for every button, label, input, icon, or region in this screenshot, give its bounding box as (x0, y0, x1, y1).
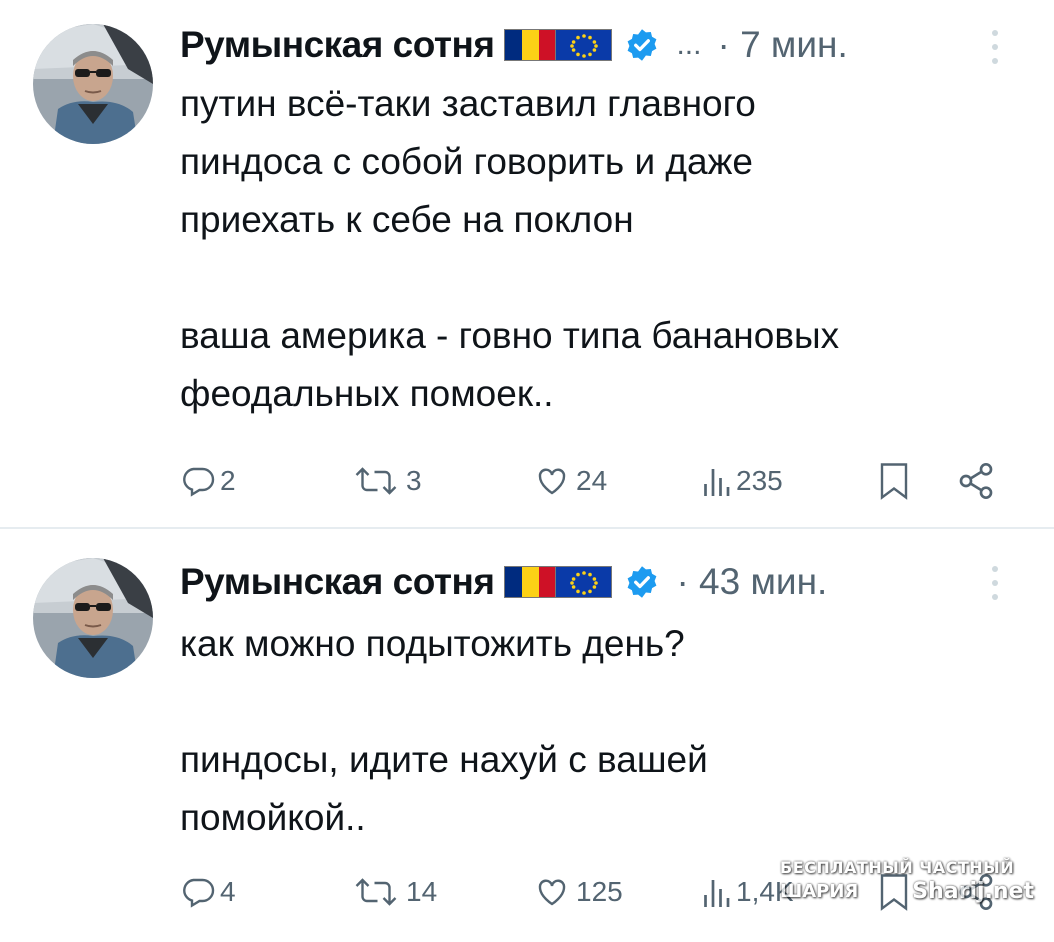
watermark: БЕСПЛАТНЫЙ ЧАСТНЫЙ ШАРИЯ Sharij.net (780, 858, 1034, 918)
tweet-text: как можно подытожить день? пиндосы, идит… (180, 615, 708, 847)
tweet-line-blank (180, 249, 839, 307)
avatar-image (33, 558, 153, 678)
tweet-divider (0, 527, 1054, 529)
tweet-line: приехать к себе на поклон (180, 199, 634, 240)
watermark-line1: БЕСПЛАТНЫЙ ЧАСТНЫЙ (780, 858, 1015, 877)
tweet-header: Румынская сотня · 43 мин. (180, 557, 827, 607)
romania-flag-icon (504, 29, 557, 61)
reply-button[interactable]: 2 (180, 461, 236, 501)
like-button[interactable]: 125 (532, 872, 623, 912)
heart-icon (538, 468, 566, 495)
retweet-button[interactable]: 3 (350, 461, 422, 501)
tweet-1[interactable]: Румынская сотня ... · 7 мин. путин всё-т… (0, 0, 1054, 527)
verified-badge-icon (628, 566, 657, 598)
tweet-line: помойкой.. (180, 797, 366, 838)
avatar[interactable] (33, 558, 153, 678)
eu-flag-icon (556, 29, 613, 61)
action-bar: 2 3 24 235 (180, 461, 1020, 501)
more-options-icon[interactable] (985, 563, 1005, 603)
like-count: 125 (576, 876, 623, 907)
avatar-image (33, 24, 153, 144)
tweet-line: ваша америка - говно типа банановых (180, 315, 840, 356)
romania-flag-icon (504, 566, 557, 598)
tweet-header: Румынская сотня ... · 7 мин. (180, 20, 848, 70)
retweet-count: 3 (406, 465, 422, 496)
timestamp[interactable]: · 43 мин. (676, 561, 827, 603)
retweet-count: 14 (406, 876, 438, 907)
tweet-line: путин всё-таки заставил главного (180, 83, 756, 124)
like-count: 24 (576, 465, 608, 496)
eu-flag-icon (556, 566, 613, 598)
verified-badge-icon (628, 29, 657, 61)
tweet-line: пиндоса с собой говорить и даже (180, 141, 753, 182)
reply-count: 2 (220, 465, 236, 496)
share-button[interactable] (956, 461, 1000, 501)
views-chart-icon (704, 469, 730, 496)
watermark-line2: ШАРИЯ (780, 881, 859, 902)
watermark-line3: Sharij.net (912, 879, 1034, 904)
views-count: 235 (736, 465, 783, 496)
tweet-line-blank (180, 673, 708, 731)
tweet-line: феодальных помоек.. (180, 373, 554, 414)
bookmark-button[interactable] (876, 461, 916, 501)
tweet-line: как можно подытожить день? (180, 623, 685, 664)
reply-icon (183, 467, 215, 497)
like-button[interactable]: 24 (532, 461, 607, 501)
retweet-icon (355, 467, 397, 495)
reply-icon (183, 878, 215, 908)
heart-icon (538, 879, 566, 906)
avatar[interactable] (33, 24, 153, 144)
author-name[interactable]: Румынская сотня (180, 24, 495, 66)
views-button[interactable]: 235 (700, 461, 783, 501)
more-options-icon[interactable] (985, 27, 1005, 67)
views-chart-icon (704, 880, 730, 907)
retweet-button[interactable]: 14 (350, 872, 437, 912)
name-truncation: ... (676, 28, 702, 61)
bookmark-icon (880, 463, 908, 500)
tweet-line: пиндосы, идите нахуй с вашей (180, 739, 708, 780)
reply-button[interactable]: 4 (180, 872, 236, 912)
timestamp[interactable]: · 7 мин. (717, 24, 847, 66)
author-name[interactable]: Румынская сотня (180, 561, 495, 603)
tweet-text: путин всё-таки заставил главного пиндоса… (180, 75, 839, 423)
share-icon (959, 463, 993, 499)
retweet-icon (355, 878, 397, 906)
reply-count: 4 (220, 876, 236, 907)
